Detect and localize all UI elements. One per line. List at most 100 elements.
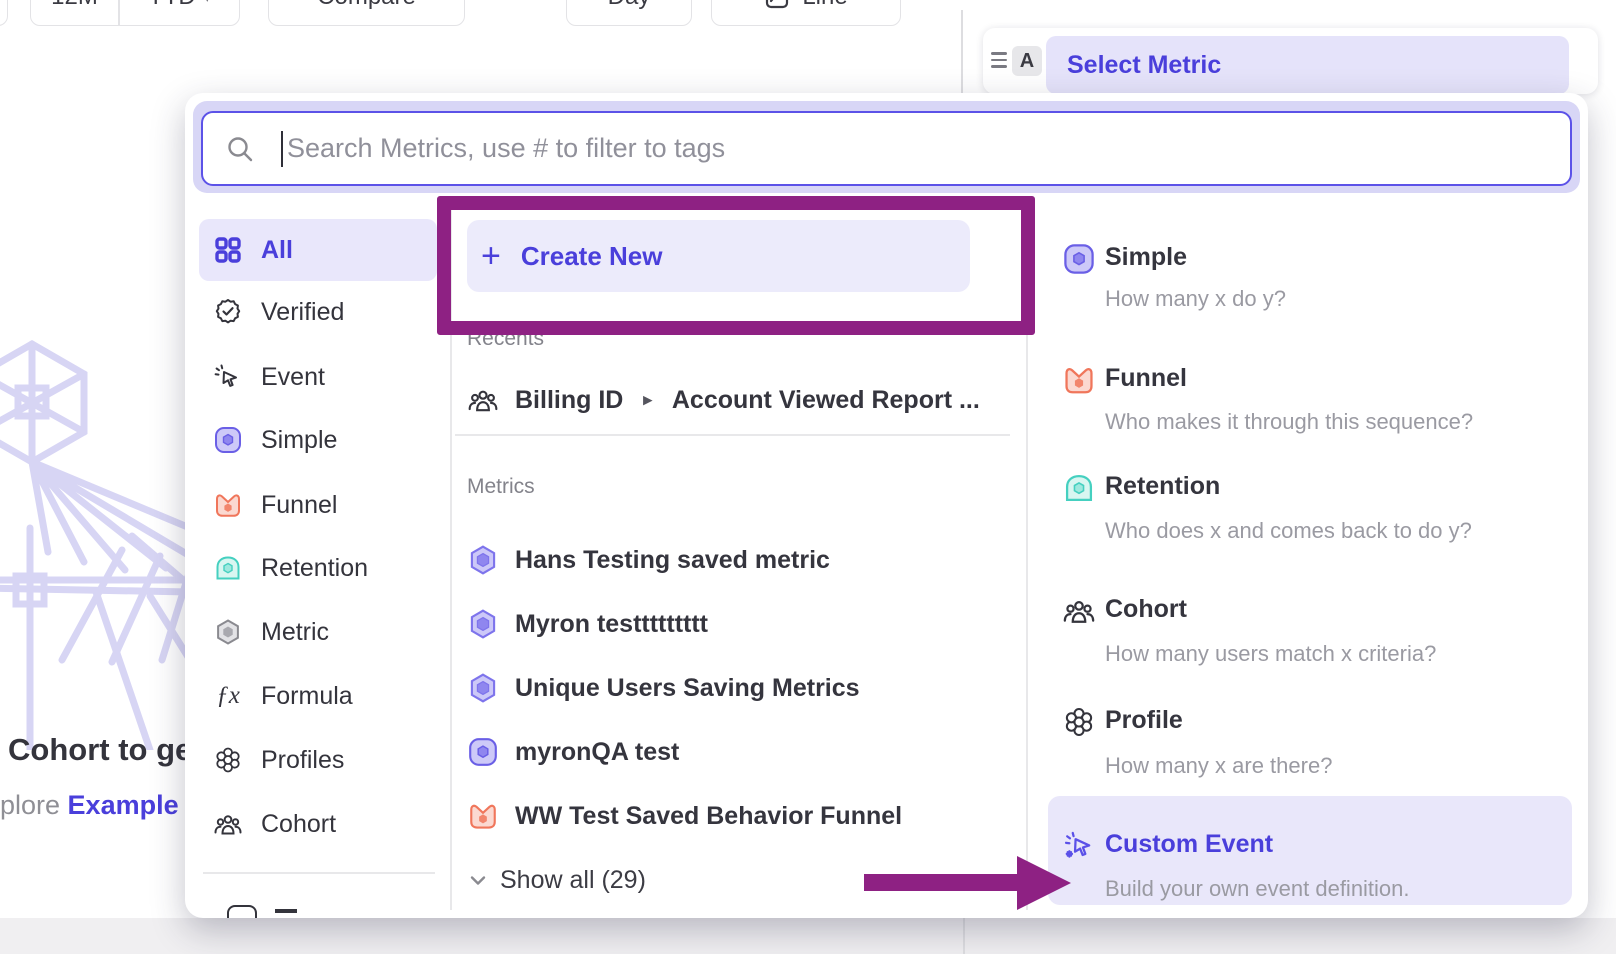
sidebar-item-label: Retention (261, 554, 368, 583)
text-cursor (281, 131, 283, 167)
series-badge: A (1012, 46, 1042, 76)
sidebar-item-label: Formula (261, 682, 353, 711)
annotation-highlight-box (437, 196, 1035, 335)
hexagon-purple-icon (467, 608, 499, 640)
flower-icon (213, 745, 243, 775)
sidebar-item-simple[interactable]: Simple (199, 409, 437, 471)
type-funnel[interactable]: Funnel (1105, 364, 1187, 393)
metric-list-item[interactable]: Unique Users Saving Metrics (467, 657, 860, 719)
metric-item-label: Myron testtttttttt (515, 610, 708, 639)
metric-list-item[interactable]: myronQA test (467, 721, 679, 783)
chevron-down-icon (470, 875, 486, 886)
type-cohort[interactable]: Cohort (1105, 595, 1187, 624)
sidebar-item-event[interactable]: Event (199, 346, 437, 408)
flower-icon (1062, 705, 1096, 744)
type-profile[interactable]: Profile (1105, 706, 1183, 735)
recent-item[interactable]: Billing ID ▸ Account Viewed Report ... (467, 369, 980, 431)
simple-square-icon (1062, 242, 1096, 281)
search-icon (225, 134, 255, 164)
explore-prefix-fragment: plore (0, 790, 68, 820)
hexagon-purple-icon (467, 672, 499, 704)
type-profile-description: How many x are there? (1105, 753, 1332, 779)
metric-item-label: Unique Users Saving Metrics (515, 674, 860, 703)
sidebar-item-label: Funnel (261, 491, 337, 520)
fx-icon: ƒx (213, 682, 243, 710)
line-button-label: Line (802, 0, 847, 11)
recents-divider (455, 434, 1010, 436)
search-placeholder: Search Metrics, use # to filter to tags (287, 133, 725, 164)
people-icon (1062, 594, 1096, 633)
metric-item-label: Hans Testing saved metric (515, 546, 830, 575)
sidebar-item-label: Profiles (261, 746, 344, 775)
select-metric-field[interactable]: Select Metric (1046, 36, 1569, 94)
simple-square-icon (213, 425, 243, 455)
sidebar-item-funnel[interactable]: Funnel (199, 474, 437, 536)
hexagon-purple-icon (467, 544, 499, 576)
retention-arch-icon (213, 553, 243, 583)
sidebar-item-label: Simple (261, 426, 337, 455)
people-icon (467, 384, 499, 416)
funnel-icon (467, 800, 499, 832)
sidebar-item-formula[interactable]: ƒx Formula (199, 665, 437, 727)
type-simple[interactable]: Simple (1105, 243, 1187, 272)
toolbar-partial-button[interactable] (0, 0, 8, 26)
sidebar-item-cohort[interactable]: Cohort (199, 793, 437, 855)
background-illustration (0, 330, 190, 750)
type-funnel-description: Who makes it through this sequence? (1105, 409, 1473, 435)
metric-item-label: myronQA test (515, 738, 679, 767)
background-divider-bottom (963, 918, 965, 954)
background-heading-fragment: Cohort to ge (8, 732, 192, 768)
simple-square-icon (467, 736, 499, 768)
metric-query-row: A Select Metric (983, 28, 1598, 94)
verified-badge-icon (213, 297, 243, 327)
background-bottom-strip (0, 918, 1616, 954)
metric-item-label: WW Test Saved Behavior Funnel (515, 802, 902, 831)
sidebar-item-profiles[interactable]: Profiles (199, 729, 437, 791)
people-icon (213, 809, 243, 839)
recent-item-prefix: Billing ID (515, 386, 623, 415)
grid-icon (213, 235, 243, 265)
sidebar-item-label: Cohort (261, 810, 336, 839)
sidebar-item-label: All (261, 236, 293, 265)
metric-list-item[interactable]: Hans Testing saved metric (467, 529, 830, 591)
metric-list-item[interactable]: WW Test Saved Behavior Funnel (467, 785, 902, 847)
sidebar-item-verified[interactable]: Verified (199, 281, 437, 343)
range-ytd-button[interactable]: YTD ▾ (120, 0, 240, 11)
type-custom-event-description: Build your own event definition. (1105, 876, 1410, 902)
type-retention-description: Who does x and comes back to do y? (1105, 518, 1472, 544)
annotation-arrow-head (1017, 856, 1071, 910)
show-all-label: Show all (29) (500, 866, 646, 895)
drag-handle-icon[interactable] (991, 52, 1007, 72)
type-retention[interactable]: Retention (1105, 472, 1220, 501)
sidebar-item-metric[interactable]: Metric (199, 601, 437, 663)
sidebar-item-label: Verified (261, 298, 344, 327)
line-chart-type-button[interactable]: Line (711, 0, 901, 26)
background-explore-line: plore Example (0, 790, 190, 821)
sidebar-item-label: Metric (261, 618, 329, 647)
caret-down-icon: ▾ (204, 0, 211, 6)
day-button[interactable]: Day (566, 0, 692, 26)
line-chart-icon (764, 0, 790, 10)
compare-button[interactable]: Compare (268, 0, 465, 26)
show-all-toggle[interactable]: Show all (29) (470, 849, 646, 911)
range-ytd-label: YTD (148, 0, 196, 11)
range-12m-button[interactable]: 12M (31, 0, 118, 11)
sidebar-item-retention[interactable]: Retention (199, 537, 437, 599)
spark-cursor-icon (213, 362, 243, 392)
search-input[interactable]: Search Metrics, use # to filter to tags (201, 111, 1572, 186)
sidebar-item-partial[interactable] (199, 893, 437, 918)
funnel-icon (213, 490, 243, 520)
sidebar-section-divider (203, 872, 435, 874)
background-divider-top (961, 10, 963, 93)
metric-list-item[interactable]: Myron testtttttttt (467, 593, 708, 655)
breadcrumb-arrow-icon: ▸ (643, 390, 652, 410)
annotation-arrow-shaft (864, 874, 1018, 891)
type-cohort-description: How many users match x criteria? (1105, 641, 1436, 667)
retention-arch-icon (1062, 471, 1096, 510)
sidebar-item-all[interactable]: All (199, 219, 437, 281)
type-simple-description: How many x do y? (1105, 286, 1286, 312)
funnel-icon (1062, 363, 1096, 402)
metrics-section-label: Metrics (467, 475, 535, 499)
type-custom-event[interactable]: Custom Event (1105, 830, 1273, 859)
example-link[interactable]: Example (68, 790, 179, 820)
